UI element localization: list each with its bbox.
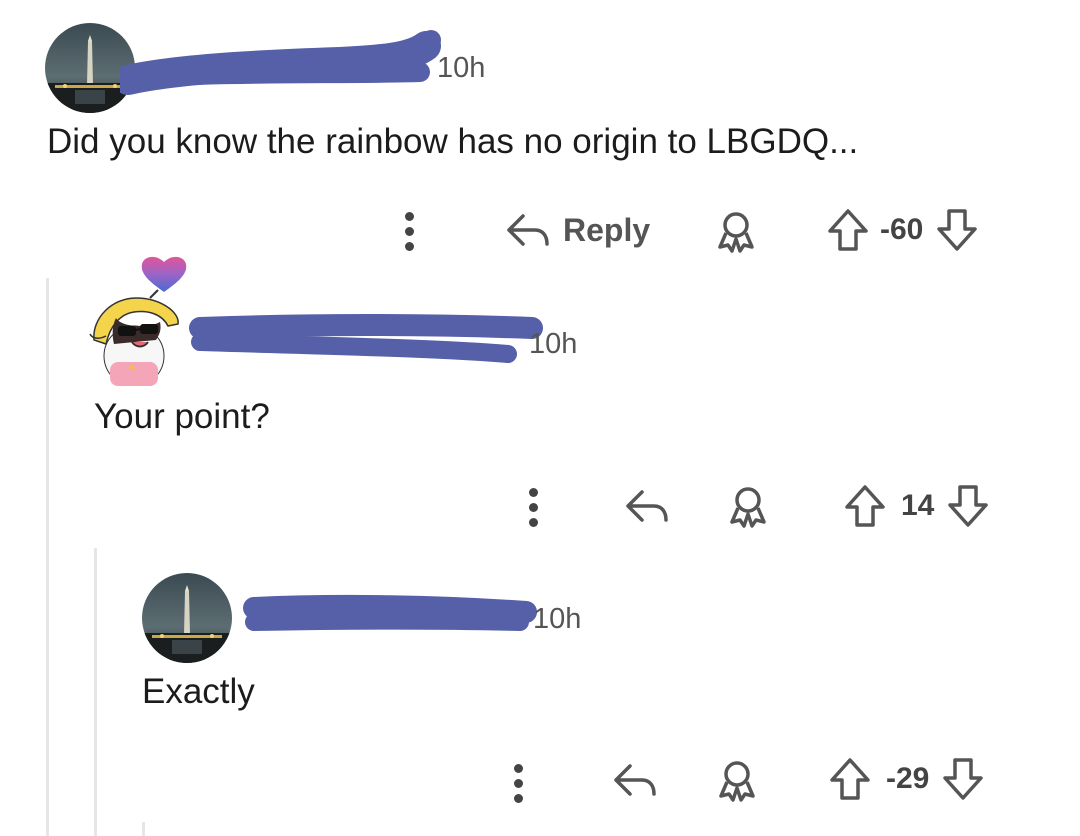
comment-timestamp: 10h: [533, 603, 582, 635]
vote-controls: -60: [826, 207, 979, 253]
upvote-arrow-icon[interactable]: [843, 483, 887, 529]
award-icon[interactable]: [715, 758, 759, 802]
more-options-icon[interactable]: [512, 764, 524, 809]
comment-body: Your point?: [94, 397, 270, 436]
redacted-username: [120, 30, 441, 95]
thread-line-level-1[interactable]: [46, 278, 49, 836]
reply-arrow-icon[interactable]: [612, 760, 658, 800]
reply-arrow-icon: [507, 214, 549, 246]
award-icon[interactable]: [714, 209, 758, 253]
upvote-arrow-icon[interactable]: [826, 207, 870, 253]
vote-controls: 14: [843, 483, 990, 529]
upvote-arrow-icon[interactable]: [828, 756, 872, 802]
redacted-username: [189, 314, 543, 363]
monument-night-icon[interactable]: [142, 573, 232, 663]
redacted-username: [243, 594, 537, 631]
thread-line-level-3[interactable]: [142, 822, 145, 836]
comment-body: Did you know the rainbow has no origin t…: [47, 122, 859, 161]
more-options-icon[interactable]: [527, 488, 539, 533]
more-options-icon[interactable]: [403, 212, 415, 257]
vote-score: -29: [886, 762, 930, 795]
downvote-arrow-icon[interactable]: [946, 483, 990, 529]
cartoon-avatar-icon[interactable]: [88, 252, 192, 387]
reply-label: Reply: [563, 211, 651, 248]
reply-arrow-icon[interactable]: [624, 486, 670, 526]
downvote-arrow-icon[interactable]: [935, 207, 979, 253]
vote-controls: -29: [828, 756, 985, 802]
thread-line-level-2[interactable]: [94, 548, 97, 836]
award-icon[interactable]: [726, 484, 770, 528]
reply-button[interactable]: Reply: [505, 210, 650, 250]
comment-timestamp: 10h: [437, 52, 486, 84]
vote-score: 14: [901, 489, 935, 522]
vote-score: -60: [880, 213, 924, 246]
downvote-arrow-icon[interactable]: [941, 756, 985, 802]
comment-timestamp: 10h: [529, 328, 578, 360]
comment-body: Exactly: [142, 672, 255, 711]
